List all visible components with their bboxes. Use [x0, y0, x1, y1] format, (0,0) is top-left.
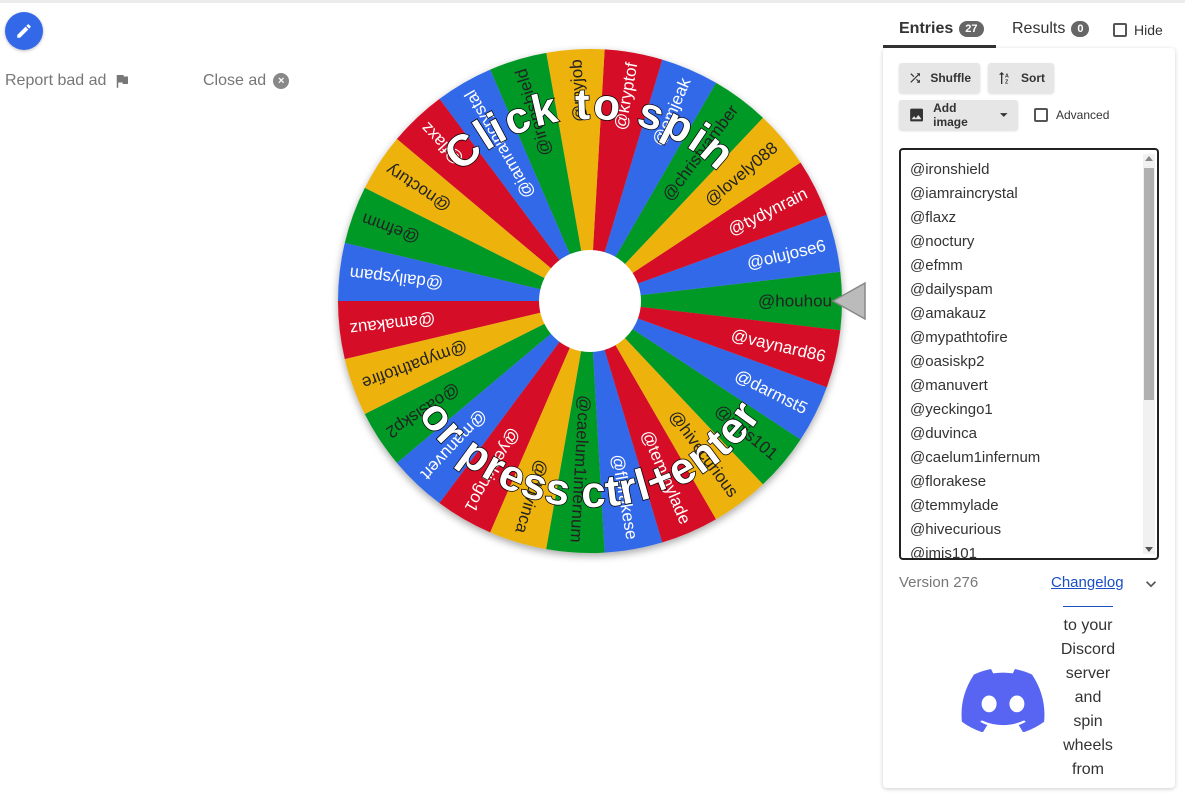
entry-item: @temmylade: [910, 497, 999, 514]
entries-textarea[interactable]: @ironshield @iamraincrystal @flaxz @noctury…: [899, 148, 1159, 560]
scrollbar-thumb[interactable]: [1144, 168, 1154, 400]
discord-text-line: to your: [1063, 617, 1113, 634]
entry-item: @florakese: [910, 473, 987, 490]
entries-scrollbar[interactable]: [1143, 154, 1155, 554]
tab-entries-label: Entries: [899, 20, 954, 37]
svg-text:Z: Z: [1005, 79, 1009, 85]
discord-text-line: wheels: [1063, 737, 1113, 754]
shuffle-label: Shuffle: [930, 71, 971, 85]
wheel-center: [539, 250, 641, 352]
tab-bar: Entries 27 Results 0 Hide: [883, 14, 1185, 48]
sort-label: Sort: [1021, 71, 1045, 85]
entry-item: @iamraincrystal: [910, 185, 1018, 202]
discord-text-line: server: [1065, 665, 1111, 682]
entries-list: @ironshield @iamraincrystal @flaxz @noctury…: [910, 158, 1140, 560]
discord-promo-text: to your Discord server and spin wheels from: [1047, 614, 1129, 782]
tab-results-label: Results: [1012, 20, 1066, 37]
changelog-link[interactable]: Changelog: [1051, 574, 1124, 591]
shuffle-button[interactable]: Shuffle: [899, 63, 980, 93]
entry-item: @flaxz: [910, 209, 957, 226]
sort-button[interactable]: A Z Sort: [988, 63, 1054, 93]
add-image-button[interactable]: Add image: [899, 100, 1018, 130]
changelog-divider: [1063, 606, 1113, 607]
version-label: Version 276: [899, 574, 979, 591]
chevron-down-icon[interactable]: [1141, 574, 1161, 594]
advanced-toggle[interactable]: Advanced: [1034, 108, 1109, 122]
advanced-label: Advanced: [1056, 108, 1110, 122]
svg-text:A: A: [1005, 73, 1009, 79]
entry-item: @duvinca: [910, 425, 977, 442]
discord-text-line: spin: [1073, 713, 1103, 730]
entries-panel: Shuffle A Z Sort Add image Advanced @iro…: [883, 48, 1175, 788]
sort-icon: A Z: [999, 72, 1009, 85]
hide-checkbox[interactable]: [1113, 23, 1127, 37]
add-image-label: Add image: [933, 101, 968, 129]
discord-text-line: and: [1074, 689, 1102, 706]
entry-item: @noctury: [910, 233, 975, 250]
entry-item: @caelum1infernum: [910, 449, 1041, 466]
hide-toggle[interactable]: Hide: [1113, 22, 1163, 38]
entry-item: @oasiskp2: [910, 353, 985, 370]
wheel-segment-label: @houhou: [758, 292, 832, 311]
entries-count-badge: 27: [959, 21, 984, 37]
discord-logo-icon: [961, 669, 1045, 732]
entry-item: @hivecurious: [910, 521, 1002, 538]
entry-item: @efmm: [910, 257, 963, 274]
entry-item: @manuvert: [910, 377, 988, 394]
entry-item: @mypathtofire: [910, 329, 1008, 346]
entry-item: @amakauz: [910, 305, 987, 322]
discord-text-line: Discord: [1060, 641, 1116, 658]
results-count-badge: 0: [1071, 21, 1090, 37]
entry-item: @ironshield: [910, 161, 990, 178]
tab-results[interactable]: Results 0: [1012, 20, 1090, 38]
advanced-checkbox[interactable]: [1034, 108, 1048, 122]
tab-entries[interactable]: Entries 27: [899, 20, 984, 38]
hide-label: Hide: [1134, 22, 1163, 38]
dropdown-caret-icon: [1000, 113, 1009, 117]
image-icon: [910, 108, 923, 122]
spin-wheel[interactable]: @houhou@olujose6@tydynrain@lovely088@chr…: [0, 0, 880, 798]
entry-item: @dailyspam: [910, 281, 993, 298]
scroll-up-arrow-icon[interactable]: [1145, 156, 1153, 161]
entry-item: @jmis101: [910, 545, 977, 560]
shuffle-icon: [910, 73, 920, 83]
entry-item: @yeckingo1: [910, 401, 993, 418]
discord-text-line: from: [1072, 761, 1104, 778]
scroll-down-arrow-icon[interactable]: [1145, 547, 1153, 552]
